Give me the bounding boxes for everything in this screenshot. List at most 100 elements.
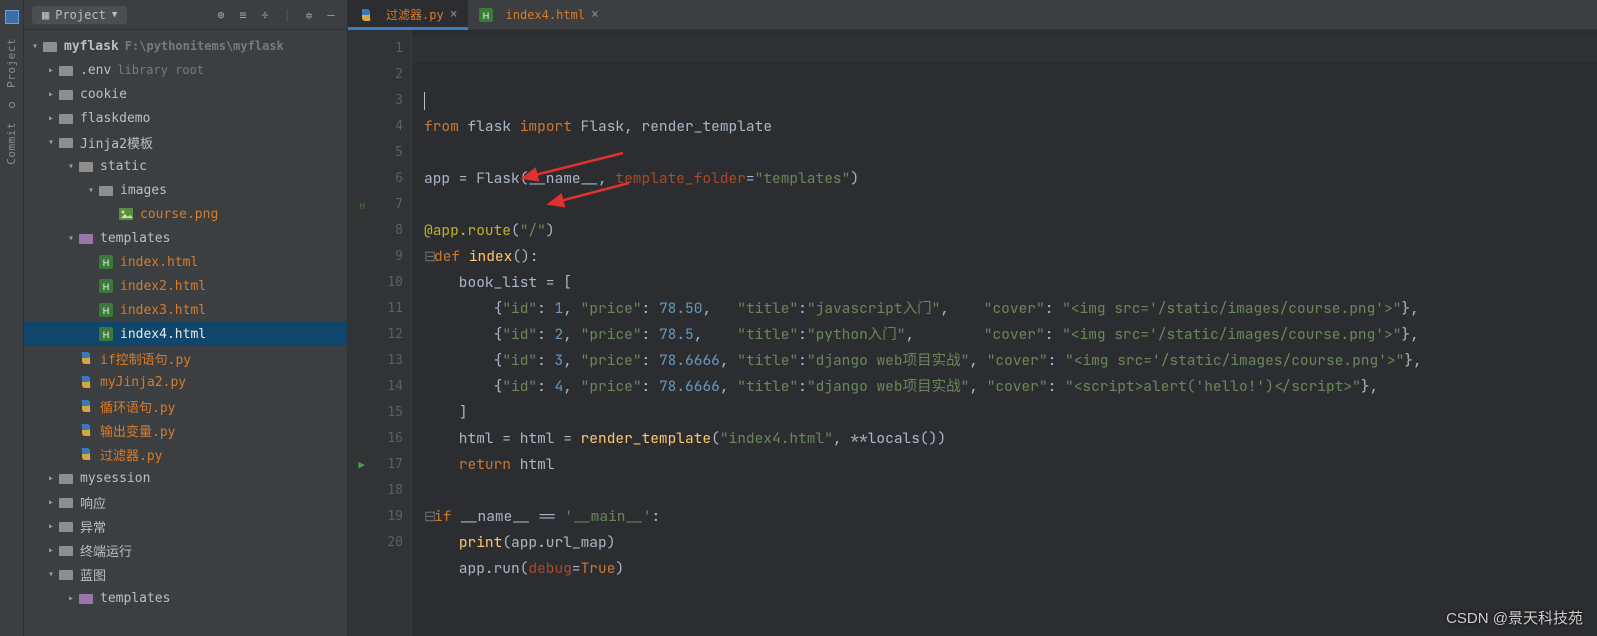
- chevron-down-icon[interactable]: ▾: [28, 41, 42, 52]
- editor-tab[interactable]: Hindex4.html×: [468, 0, 609, 29]
- tree-item[interactable]: ·Hindex2.html: [24, 274, 347, 298]
- line-number[interactable]: 1: [348, 36, 403, 62]
- tree-item[interactable]: ·Hindex.html: [24, 250, 347, 274]
- fld-icon: [58, 518, 74, 534]
- line-number[interactable]: 17: [348, 452, 403, 478]
- run-gutter-icon[interactable]: ▶: [358, 452, 365, 478]
- tree-item[interactable]: ▸mysession: [24, 466, 347, 490]
- img-icon: [118, 206, 134, 222]
- chevron-icon[interactable]: ▸: [44, 113, 58, 124]
- tree-item[interactable]: ·过滤器.py: [24, 442, 347, 466]
- editor-tabs: 过滤器.py×Hindex4.html×: [348, 0, 1597, 30]
- chevron-icon[interactable]: ▸: [64, 593, 78, 604]
- tree-item-label: static: [100, 159, 147, 174]
- tree-item[interactable]: ▾templates: [24, 226, 347, 250]
- chevron-icon[interactable]: ▾: [84, 185, 98, 196]
- project-tool-icon[interactable]: [5, 10, 19, 24]
- py-icon: [78, 374, 94, 390]
- line-number[interactable]: 2: [348, 62, 403, 88]
- code[interactable]: from flask import Flask, render_template…: [412, 30, 1597, 636]
- chevron-icon[interactable]: ▾: [44, 137, 58, 148]
- commit-dot-icon[interactable]: [9, 102, 15, 108]
- chevron-icon[interactable]: ▸: [44, 65, 58, 76]
- chevron-icon[interactable]: ▸: [44, 521, 58, 532]
- tree-item[interactable]: ▸flaskdemo: [24, 106, 347, 130]
- close-icon[interactable]: ×: [450, 7, 458, 22]
- hide-icon[interactable]: —: [323, 7, 339, 23]
- kwarg-debug: debug: [528, 559, 572, 578]
- locate-icon[interactable]: ⊕: [213, 7, 229, 23]
- tree-item[interactable]: ▾蓝图: [24, 562, 347, 586]
- line-number[interactable]: 11: [348, 296, 403, 322]
- tree-item[interactable]: ▾ static: [24, 154, 347, 178]
- kw-import: import: [520, 117, 572, 136]
- indent: [424, 455, 459, 474]
- rail-label-commit[interactable]: Commit: [5, 122, 18, 165]
- line-number[interactable]: 9: [348, 244, 403, 270]
- editor-tab[interactable]: 过滤器.py×: [348, 0, 468, 29]
- tree-item[interactable]: ·if控制语句.py: [24, 346, 347, 370]
- fold-icon[interactable]: ⊟: [424, 504, 434, 530]
- collapse-all-icon[interactable]: ÷: [257, 7, 273, 23]
- divider-icon: |: [279, 7, 295, 23]
- line-number[interactable]: 18: [348, 478, 403, 504]
- tree-item[interactable]: ·myJinja2.py: [24, 370, 347, 394]
- line-number[interactable]: 16: [348, 426, 403, 452]
- chevron-icon[interactable]: ▾: [64, 233, 78, 244]
- py-icon: [78, 422, 94, 438]
- py-icon: [358, 7, 374, 23]
- tree-item[interactable]: ▸cookie: [24, 82, 347, 106]
- fold-icon[interactable]: ⊟: [424, 244, 434, 270]
- line-number[interactable]: 8: [348, 218, 403, 244]
- line-number[interactable]: 13: [348, 348, 403, 374]
- chevron-icon[interactable]: ▸: [44, 497, 58, 508]
- line-number[interactable]: 7: [348, 192, 403, 218]
- line-number[interactable]: 20: [348, 530, 403, 556]
- close-icon[interactable]: ×: [591, 7, 599, 22]
- chevron-icon[interactable]: ▸: [44, 545, 58, 556]
- tree-item[interactable]: ▸响应: [24, 490, 347, 514]
- line-number[interactable]: 14: [348, 374, 403, 400]
- tree-item[interactable]: ▾images: [24, 178, 347, 202]
- line-number[interactable]: 15: [348, 400, 403, 426]
- project-view-selector[interactable]: ▦ Project ▼: [32, 6, 127, 24]
- svg-text:H: H: [103, 330, 110, 340]
- line-number[interactable]: 4: [348, 114, 403, 140]
- settings-icon[interactable]: ✲: [301, 7, 317, 23]
- tree-item[interactable]: ·输出变量.py: [24, 418, 347, 442]
- tree-root-label: myflask: [64, 39, 119, 54]
- rail-label-project[interactable]: Project: [5, 38, 18, 88]
- line-number[interactable]: 3: [348, 88, 403, 114]
- html-gutter-icon: H: [360, 194, 365, 220]
- line-number[interactable]: 10: [348, 270, 403, 296]
- tree-item-label: templates: [100, 591, 170, 606]
- paren: ): [615, 559, 624, 578]
- name-dunder: __name__ ==: [460, 507, 564, 526]
- chevron-icon[interactable]: ▾: [64, 161, 78, 172]
- line-number[interactable]: 5: [348, 140, 403, 166]
- tree-item[interactable]: ▸终端运行: [24, 538, 347, 562]
- svg-text:H: H: [103, 306, 110, 316]
- chevron-icon[interactable]: ▸: [44, 473, 58, 484]
- expand-all-icon[interactable]: ≡: [235, 7, 251, 23]
- line-number[interactable]: 12: [348, 322, 403, 348]
- tree-item[interactable]: ▸.envlibrary root: [24, 58, 347, 82]
- project-tree[interactable]: ▾ myflask F:\pythonitems\myflask ▸.envli…: [24, 30, 347, 636]
- code-line-10: {"id": 2, "price": 78.5, "title":"python…: [424, 325, 1419, 344]
- tree-item[interactable]: ·course.png: [24, 202, 347, 226]
- fld-icon: [58, 134, 74, 150]
- tree-item[interactable]: ·Hindex3.html: [24, 298, 347, 322]
- chevron-icon[interactable]: ▸: [44, 89, 58, 100]
- line-number[interactable]: 6: [348, 166, 403, 192]
- tree-root-path: F:\pythonitems\myflask: [125, 39, 284, 53]
- tree-item[interactable]: ▸异常: [24, 514, 347, 538]
- tree-item[interactable]: ▸ templates: [24, 586, 347, 610]
- chevron-icon[interactable]: ▾: [44, 569, 58, 580]
- tree-item[interactable]: ·Hindex4.html: [24, 322, 347, 346]
- tree-root[interactable]: ▾ myflask F:\pythonitems\myflask: [24, 34, 347, 58]
- tree-item[interactable]: ▾Jinja2模板: [24, 130, 347, 154]
- tree-item[interactable]: ·循环语句.py: [24, 394, 347, 418]
- kw-if: if: [434, 507, 460, 526]
- gutter[interactable]: 1234567H891011121314151617▶181920: [348, 30, 412, 636]
- line-number[interactable]: 19: [348, 504, 403, 530]
